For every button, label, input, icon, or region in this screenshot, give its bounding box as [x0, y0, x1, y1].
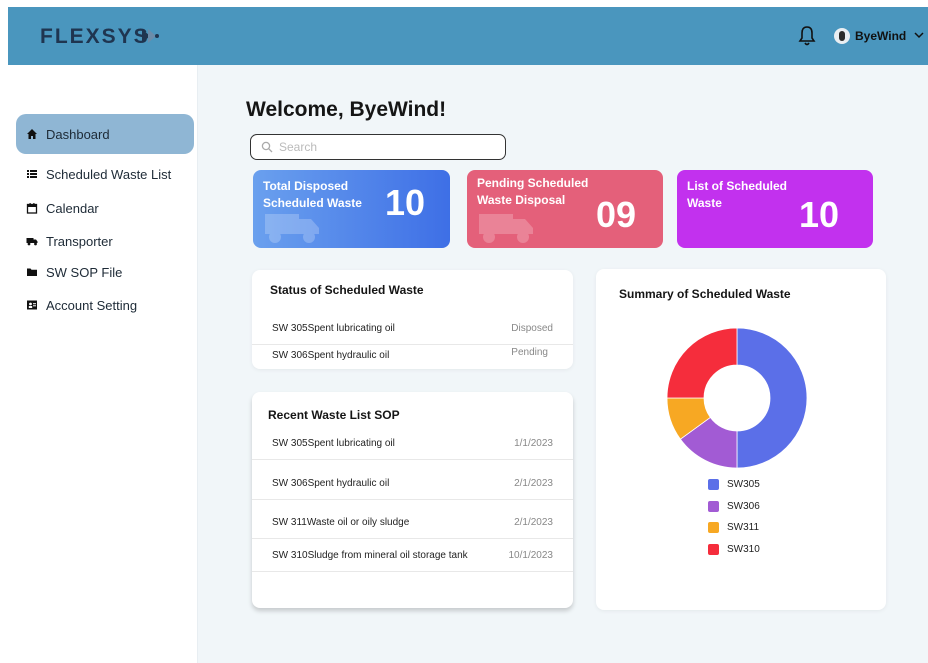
waste-name: SW 306Spent hydraulic oil: [272, 350, 390, 361]
table-row[interactable]: SW 305Spent lubricating oil 1/1/2023: [252, 430, 573, 460]
sidebar-item-label: SW SOP File: [46, 264, 123, 280]
date-text: 2/1/2023: [514, 517, 553, 528]
donut-chart: [666, 327, 808, 469]
sidebar-item-label: Account Setting: [46, 297, 138, 313]
card-value: 09: [596, 194, 637, 235]
card-label: List of Scheduled Waste: [687, 179, 788, 210]
status-badge: Disposed: [511, 323, 553, 334]
truck-icon: [26, 235, 38, 247]
waste-name: SW 311Waste oil or oily sludge: [272, 517, 410, 528]
scheduled-waste-list-card[interactable]: List of Scheduled Waste 10: [677, 170, 873, 248]
status-panel: Status of Scheduled Waste SW 305Spent lu…: [252, 270, 573, 369]
calendar-icon: [26, 202, 38, 214]
panel-title: Status of Scheduled Waste: [270, 283, 424, 297]
chart-title: Summary of Scheduled Waste: [619, 287, 791, 301]
search-icon: [261, 141, 273, 153]
legend-label: SW310: [727, 544, 760, 555]
legend-item-sw311: SW311: [708, 522, 759, 533]
main-content: Welcome, ByeWind! Total Disposed Schedul…: [198, 65, 928, 663]
sidebar-item-dashboard[interactable]: Dashboard: [16, 114, 194, 154]
legend-label: SW311: [727, 522, 760, 533]
recent-waste-list-panel: Recent Waste List SOP SW 305Spent lubric…: [252, 392, 573, 608]
legend-swatch: [708, 501, 719, 512]
sidebar-item-label: Calendar: [46, 200, 99, 216]
chevron-down-icon[interactable]: [914, 30, 924, 40]
legend-label: SW305: [727, 479, 760, 490]
user-name[interactable]: ByeWind: [855, 29, 906, 43]
card-value: 10: [385, 182, 426, 223]
bell-icon[interactable]: [798, 25, 816, 47]
card-label: Total Disposed Scheduled Waste: [263, 179, 362, 210]
card-value: 10: [799, 194, 840, 235]
legend-label: SW306: [727, 501, 760, 512]
panel-title: Recent Waste List SOP: [268, 408, 400, 422]
legend-item-sw310: SW310: [708, 544, 760, 555]
waste-name: SW 310Sludge from mineral oil storage ta…: [272, 550, 468, 561]
donut-slice-sw305[interactable]: [736, 327, 808, 469]
card-label: Pending Scheduled Waste Disposal: [477, 176, 589, 207]
account-icon: [26, 299, 38, 311]
sidebar-item-account-setting[interactable]: Account Setting: [16, 285, 194, 325]
sidebar-item-label: Dashboard: [46, 126, 110, 142]
waste-name: SW 305Spent lubricating oil: [272, 438, 395, 449]
search-input[interactable]: [279, 140, 499, 154]
waste-name: SW 305Spent lubricating oil: [272, 323, 395, 334]
avatar[interactable]: [834, 28, 850, 44]
sidebar-item-label: Transporter: [46, 233, 113, 249]
date-text: 1/1/2023: [514, 438, 553, 449]
truck-icon: [265, 214, 319, 243]
date-text: 2/1/2023: [514, 478, 553, 489]
legend-swatch: [708, 479, 719, 490]
table-row[interactable]: SW 310Sludge from mineral oil storage ta…: [252, 542, 573, 572]
legend-item-sw305: SW305: [708, 479, 760, 490]
page-title: Welcome, ByeWind!: [246, 98, 447, 121]
table-row[interactable]: SW 311Waste oil or oily sludge 2/1/2023: [252, 509, 573, 539]
status-badge: Pending: [511, 347, 548, 358]
total-disposed-card[interactable]: Total Disposed Scheduled Waste 10: [253, 170, 450, 248]
search-bar[interactable]: [250, 134, 506, 160]
table-row[interactable]: SW 306Spent hydraulic oil 2/1/2023: [252, 470, 573, 500]
table-row[interactable]: SW 305Spent lubricating oil Disposed: [252, 315, 573, 345]
truck-icon: [479, 214, 533, 243]
logo-mark-icon: [142, 29, 159, 43]
waste-name: SW 306Spent hydraulic oil: [272, 478, 390, 489]
legend-swatch: [708, 522, 719, 533]
sidebar-item-label: Scheduled Waste List: [46, 166, 172, 182]
legend-swatch: [708, 544, 719, 555]
summary-panel: Summary of Scheduled Waste SW305 SW306 SW3…: [596, 269, 886, 610]
home-icon: [26, 128, 38, 140]
logo: FLEXSYS: [40, 25, 150, 48]
donut-slice-sw310[interactable]: [666, 327, 738, 399]
list-icon: [26, 168, 38, 180]
pending-disposal-card[interactable]: Pending Scheduled Waste Disposal 09: [467, 170, 663, 248]
top-bar: FLEXSYS ByeWind: [8, 7, 928, 65]
table-row[interactable]: SW 306Spent hydraulic oil Pending: [252, 342, 573, 372]
sidebar: Dashboard Scheduled Waste List Calendar …: [8, 65, 198, 663]
date-text: 10/1/2023: [508, 550, 554, 561]
legend-item-sw306: SW306: [708, 501, 760, 512]
folder-icon: [26, 266, 38, 278]
